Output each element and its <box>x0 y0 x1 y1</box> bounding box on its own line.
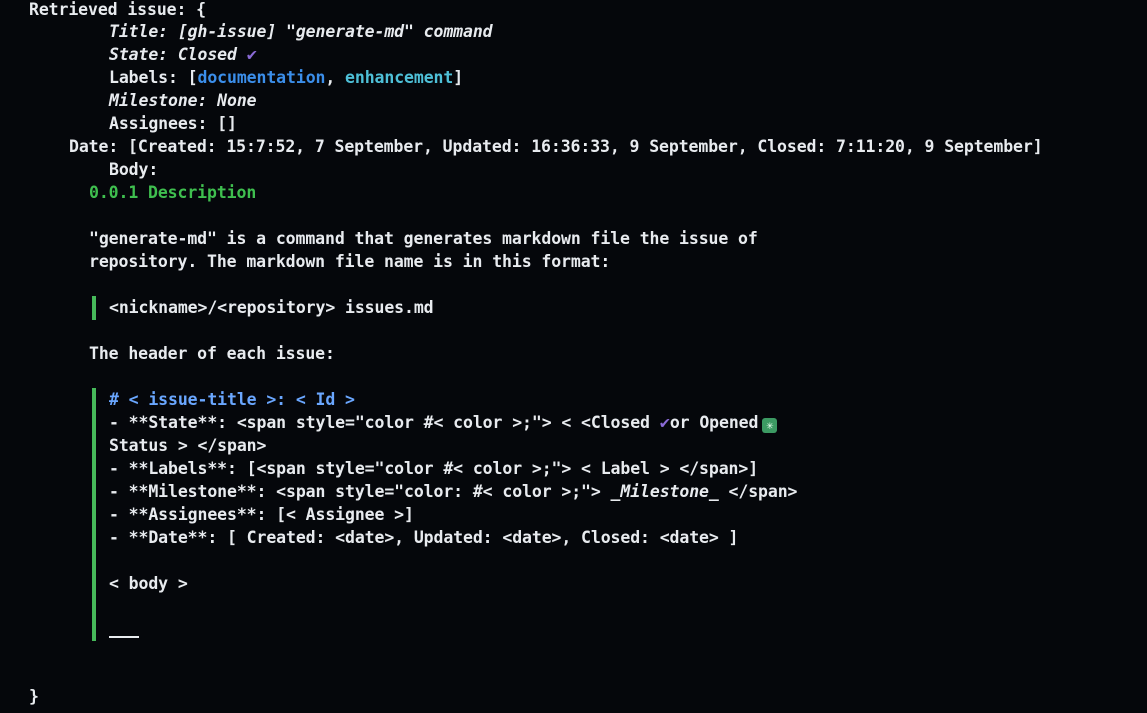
body-paragraph-line-1: "generate-md" is a command that generate… <box>89 229 758 248</box>
output-closing-brace: } <box>29 687 39 706</box>
issue-title: Title: [gh-issue] "generate-md" command <box>109 22 493 41</box>
template-milestone-part-2: </span> <box>718 482 798 501</box>
label-enhancement: enhancement <box>345 68 454 87</box>
labels-separator: , <box>325 68 346 87</box>
issue-date: Date: [Created: 15:7:52, 7 September, Up… <box>69 137 1043 156</box>
issue-assignees: Assignees: [] <box>109 114 237 133</box>
blockquote-bar <box>92 296 96 320</box>
template-milestone-italic: _Milestone_ <box>610 482 719 501</box>
labels-prefix: Labels: [ <box>109 68 198 87</box>
labels-suffix: ] <box>453 68 464 87</box>
blockquote-bar-template <box>92 388 96 641</box>
template-state-part-1: - **State**: <span style="color #< color… <box>109 413 660 432</box>
template-milestone-line: - **Milestone**: <span style="color: #< … <box>109 482 797 502</box>
issue-state: State: Closed ✔ <box>109 45 257 65</box>
body-heading: 0.0.1 Description <box>89 183 257 202</box>
header-intro: The header of each issue: <box>89 344 335 363</box>
issue-labels: Labels: [documentation, enhancement] <box>109 68 463 88</box>
template-milestone-part-1: - **Milestone**: <span style="color: #< … <box>109 482 611 501</box>
issue-body-label: Body: <box>109 160 159 179</box>
check-icon-template: ✔ <box>659 413 670 433</box>
blockquote-filename: <nickname>/<repository> issues.md <box>109 298 434 317</box>
label-documentation: documentation <box>197 68 326 87</box>
template-assignees-line: - **Assignees**: [< Assignee >] <box>109 505 414 524</box>
horizontal-rule <box>109 636 139 638</box>
template-state-part-2: or Opened <box>669 413 759 432</box>
issue-state-text: State: Closed <box>109 45 237 64</box>
template-state-line: - **State**: <span style="color #< color… <box>109 413 778 433</box>
template-date-line: - **Date**: [ Created: <date>, Updated: … <box>109 528 739 547</box>
template-body-placeholder: < body > <box>109 574 188 593</box>
output-header: Retrieved issue: { <box>29 0 207 19</box>
template-labels-line: - **Labels**: [<span style="color #< col… <box>109 459 759 478</box>
sparkle-icon: ✳ <box>762 418 778 433</box>
issue-milestone: Milestone: None <box>109 91 257 110</box>
check-icon: ✔ <box>246 45 257 65</box>
body-paragraph-line-2: repository. The markdown file name is in… <box>89 252 611 271</box>
template-state-line-2: Status > </span> <box>109 436 267 455</box>
template-heading: # < issue-title >: < Id > <box>109 390 355 409</box>
